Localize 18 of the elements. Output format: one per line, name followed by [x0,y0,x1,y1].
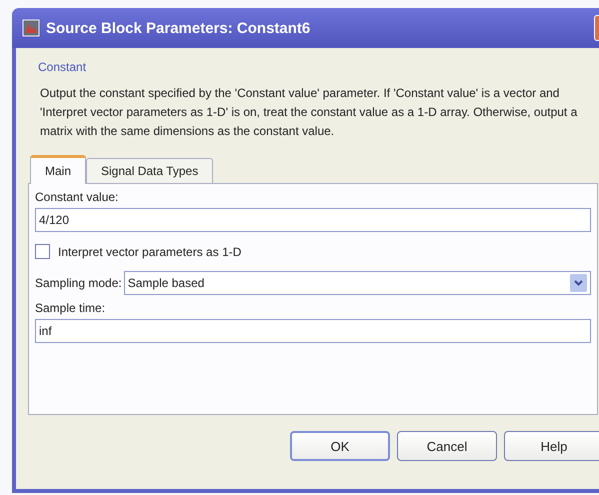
block-type-label: Constant [38,60,88,74]
tab[interactable]: Main [30,155,86,184]
dialog-button[interactable]: Help [504,431,599,461]
input-field[interactable]: inf [35,319,591,343]
checkbox[interactable] [35,244,50,259]
dropdown[interactable]: Sample based [124,271,591,295]
field-label: Constant value: [35,190,120,204]
tab[interactable]: Signal Data Types [86,158,214,183]
dialog-button[interactable]: OK [290,431,390,461]
field-label: Sampling mode: [35,276,122,290]
description-text: Output the constant specified by the 'Constant value' parameter. If 'Constant value' is a vector and 'Interpret vector parameters as 1-D' is on, treat the constant value as a 1-D array. Otherwise, output a matrix with the same dimensions as the constant value. [39,85,578,140]
checkbox-label: Interpret vector parameters as 1-D [58,244,242,258]
window-title: Source Block Parameters: Constant6 [46,20,310,36]
dialog-button[interactable]: Cancel [397,431,497,461]
chevron-down-icon [570,274,587,292]
app-icon [22,19,40,37]
input-field[interactable]: 4/120 [35,208,591,232]
field-label: Sample time: [35,301,106,315]
